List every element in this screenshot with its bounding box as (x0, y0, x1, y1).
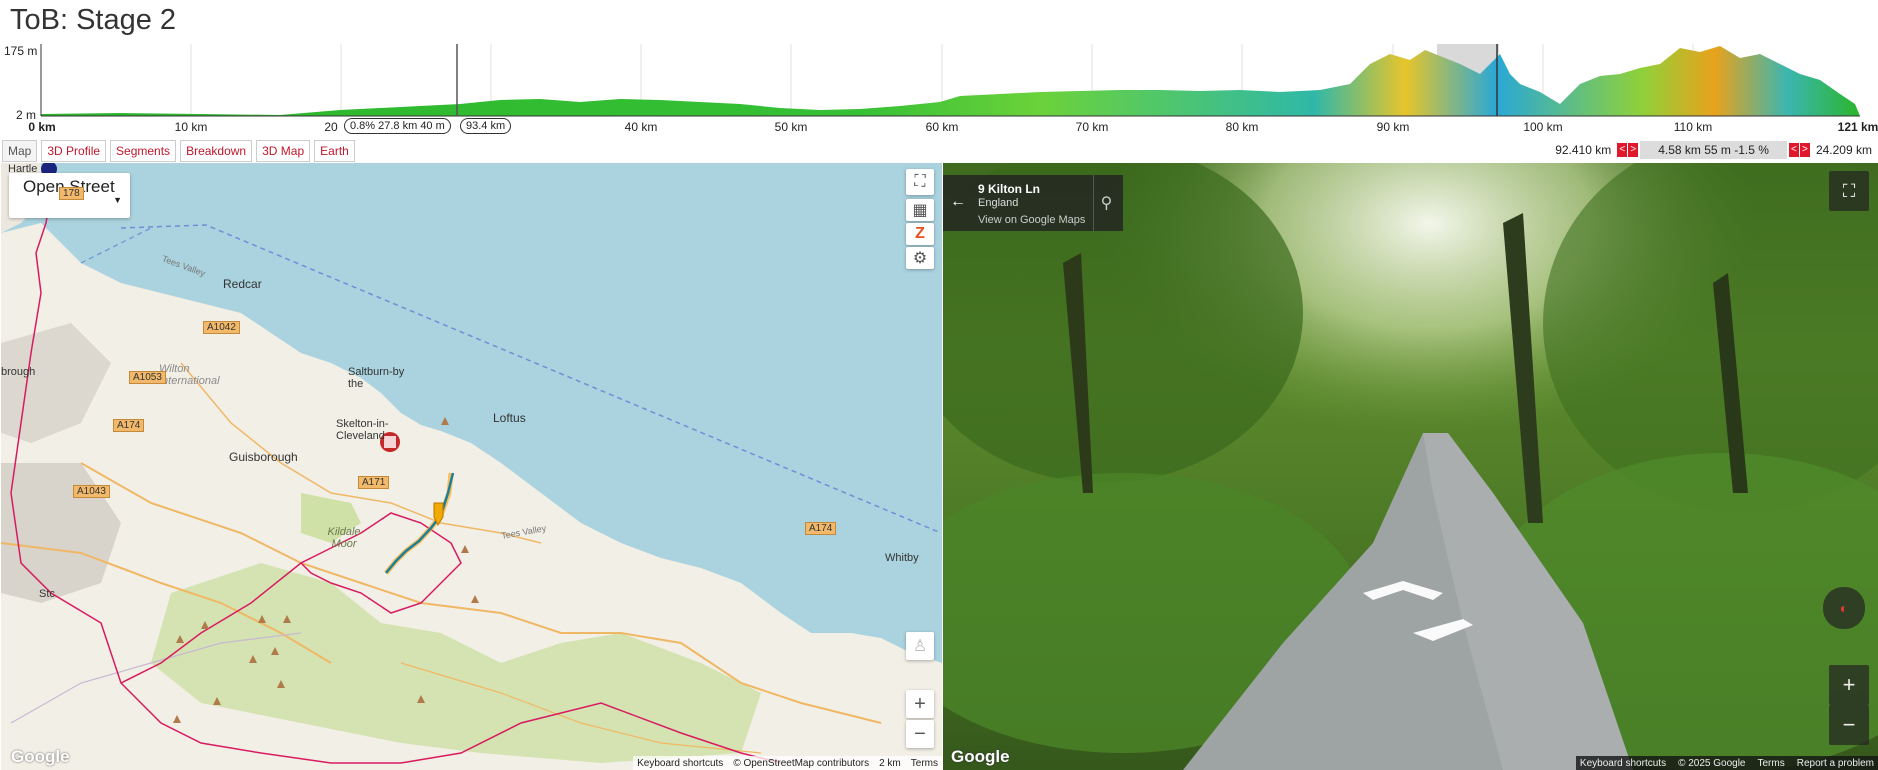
elevation-area (41, 46, 1860, 116)
road-label-a171: A171 (358, 476, 390, 489)
selection-info-badge: 0.8% 27.8 km 40 m (344, 118, 451, 134)
map-label-brough: brough (1, 366, 36, 378)
x-tick-60: 60 km (925, 120, 959, 134)
zoom-in-button[interactable]: + (906, 690, 934, 718)
segment-left-next-button[interactable]: > (1628, 143, 1639, 157)
road-label-a1053: A1053 (129, 371, 166, 384)
zoom-out-button[interactable]: − (906, 720, 934, 748)
road-label-a174-east: A174 (805, 522, 837, 535)
sv-terms-link[interactable]: Terms (1758, 758, 1785, 769)
map-footer: Keyboard shortcuts © OpenStreetMap contr… (633, 756, 942, 770)
road-label-a1042: A1042 (203, 321, 240, 334)
map-scale: 2 km (879, 757, 901, 769)
streetview-zoom-out-button[interactable]: − (1829, 705, 1869, 745)
streetview-region: England (978, 197, 1019, 209)
map-attribution: © OpenStreetMap contributors (733, 757, 870, 769)
x-tick-80: 80 km (1225, 120, 1259, 134)
tab-breakdown[interactable]: Breakdown (180, 140, 253, 162)
zwift-icon[interactable]: Z (906, 223, 934, 245)
streetview-google-logo: Google (951, 747, 1010, 766)
x-tick-121: 121 km (1837, 120, 1878, 134)
segment-left-value: 92.410 km (1555, 143, 1612, 157)
map-terms-link[interactable]: Terms (911, 758, 938, 769)
x-tick-0: 0 km (28, 120, 56, 134)
streetview-street: 9 Kilton Ln (978, 182, 1040, 196)
map-label-loftus: Loftus (493, 411, 526, 425)
page-title: ToB: Stage 2 (10, 4, 177, 36)
sv-keyboard-shortcuts-link[interactable]: Keyboard shortcuts (1580, 758, 1666, 769)
x-tick-10: 10 km (174, 120, 208, 134)
segment-right-value: 24.209 km (1815, 143, 1872, 157)
elevation-chart[interactable] (0, 44, 1878, 120)
settings-gear-icon[interactable]: ⚙ (906, 247, 934, 269)
tab-earth[interactable]: Earth (314, 140, 355, 162)
streetview-image[interactable] (943, 163, 1878, 770)
map-label-kildale: Kildale Moor (327, 526, 361, 550)
location-pin-icon[interactable]: ⚲ (1093, 175, 1119, 231)
map-label-skelton: Skelton-in-Cleveland (336, 418, 389, 442)
chevron-down-icon: ▼ (113, 195, 122, 205)
x-tick-110: 110 km (1673, 120, 1713, 134)
segment-right-prev-button[interactable]: < (1788, 143, 1799, 157)
x-tick-70: 70 km (1075, 120, 1109, 134)
tab-map[interactable]: Map (2, 140, 38, 162)
streetview-info-card: ← 9 Kilton Ln England View on Google Map… (943, 175, 1123, 231)
map-keyboard-shortcuts-link[interactable]: Keyboard shortcuts (637, 758, 723, 769)
road-label-178: 178 (59, 187, 84, 200)
fullscreen-button[interactable]: ⛶ (906, 169, 934, 195)
elevation-profile[interactable]: 175 m 2 m 0 km 10 km 20 40 km 50 km 60 k… (0, 44, 1878, 140)
compass-icon[interactable]: ◐ (1823, 587, 1865, 629)
cursor-info-badge: 93.4 km (460, 118, 512, 134)
grid-icon[interactable]: ▦ (906, 199, 934, 221)
sv-copyright: © 2025 Google (1678, 757, 1746, 769)
road-label-a1043: A1043 (73, 485, 110, 498)
tab-segments[interactable]: Segments (110, 140, 177, 162)
map-label-guisborough: Guisborough (229, 450, 298, 464)
streetview-zoom-in-button[interactable]: + (1829, 665, 1869, 705)
map-label-wilton: Wilton International (159, 363, 220, 387)
map-label-redcar: Redcar (223, 277, 262, 291)
tab-3d-profile[interactable]: 3D Profile (41, 140, 107, 162)
pegman-icon[interactable]: ♙ (906, 632, 934, 660)
streetview-footer: Keyboard shortcuts © 2025 Google Terms R… (1575, 756, 1878, 770)
streetview-panel[interactable]: ← 9 Kilton Ln England View on Google Map… (943, 163, 1878, 770)
google-logo: Google (11, 747, 70, 766)
road-label-a174: A174 (113, 419, 145, 432)
sv-report-problem-link[interactable]: Report a problem (1797, 758, 1874, 769)
back-arrow-icon[interactable]: ← (947, 193, 969, 211)
segment-right-next-button[interactable]: > (1799, 143, 1810, 157)
segment-summary: 4.58 km 55 m -1.5 % (1640, 141, 1787, 159)
map-label-stoc: Stc (39, 588, 55, 600)
map-label-saltburn: Saltburn-by the (348, 366, 405, 390)
map-label-hartle: Hartle (8, 163, 38, 175)
map-panel[interactable]: Open Street ▼ ⛶ ▦ Z ⚙ ♙ + − Hartle Redca… (1, 163, 942, 770)
y-max-label: 175 m (4, 44, 38, 58)
x-tick-40: 40 km (624, 120, 658, 134)
map-canvas[interactable] (1, 163, 942, 770)
x-tick-20: 20 (324, 120, 338, 134)
tab-3d-map[interactable]: 3D Map (256, 140, 311, 162)
streetview-fullscreen-button[interactable]: ⛶ (1829, 171, 1869, 211)
segment-info: 92.410 km < > 4.58 km 55 m -1.5 % < > 24… (1549, 140, 1878, 160)
x-tick-90: 90 km (1376, 120, 1410, 134)
x-tick-100: 100 km (1523, 120, 1563, 134)
view-tabs: Map 3D Profile Segments Breakdown 3D Map… (2, 140, 355, 162)
x-tick-50: 50 km (774, 120, 808, 134)
view-on-google-maps-link[interactable]: View on Google Maps (978, 214, 1085, 226)
segment-left-prev-button[interactable]: < (1617, 143, 1628, 157)
map-label-whitby: Whitby (885, 552, 919, 564)
